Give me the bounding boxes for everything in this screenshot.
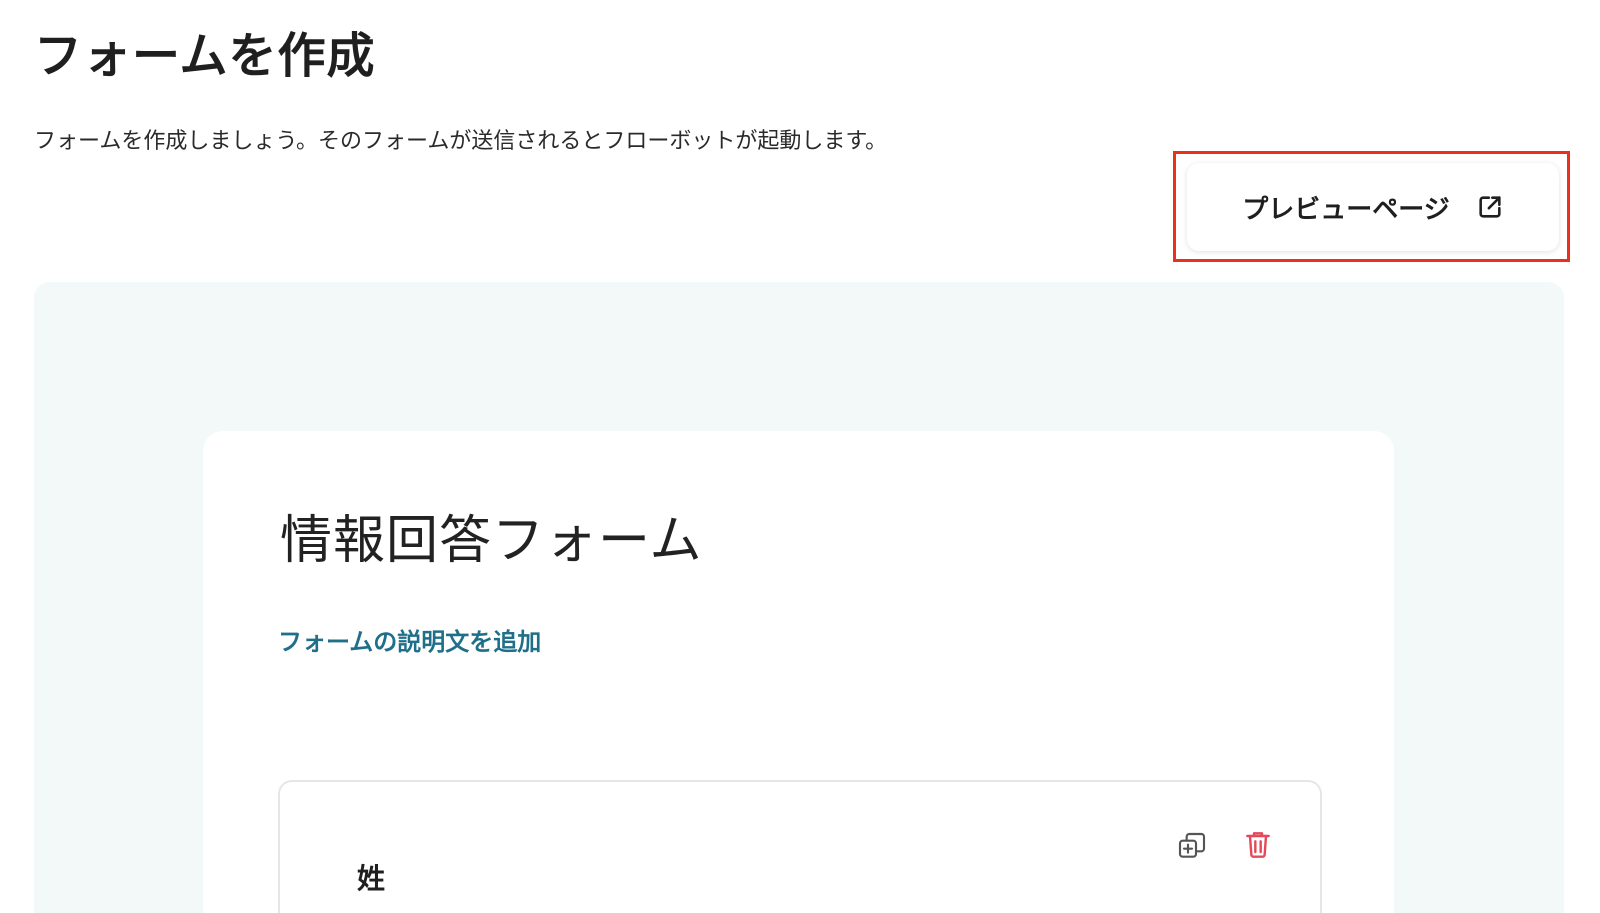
external-link-icon — [1476, 193, 1504, 221]
form-title[interactable]: 情報回答フォーム — [280, 510, 702, 572]
form-builder-page: フォームを作成 フォームを作成しましょう。そのフォームが送信されるとフローボット… — [0, 0, 1600, 913]
page-description: フォームを作成しましょう。そのフォームが送信されるとフローボットが起動します。 — [34, 129, 888, 154]
add-description-link[interactable]: フォームの説明文を追加 — [278, 622, 541, 657]
preview-page-button[interactable]: プレビューページ — [1187, 163, 1559, 251]
duplicate-field-button[interactable] — [1173, 827, 1211, 865]
field-label: 姓 — [357, 862, 386, 895]
form-field-card[interactable] — [278, 780, 1322, 913]
duplicate-icon — [1178, 832, 1206, 858]
delete-field-button[interactable] — [1239, 825, 1277, 863]
preview-page-label: プレビューページ — [1242, 194, 1450, 225]
page-title: フォームを作成 — [34, 28, 376, 84]
trash-icon — [1246, 832, 1270, 858]
